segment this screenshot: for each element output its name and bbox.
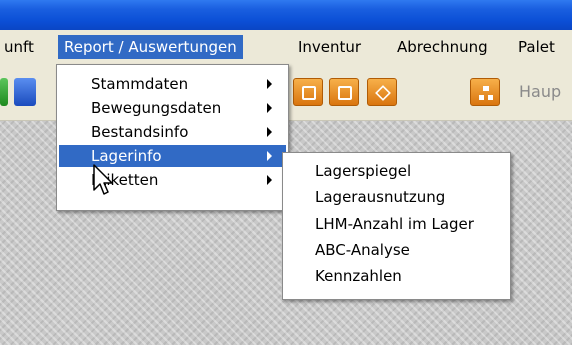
menu-item-abrechnung[interactable]: Abrechnung: [391, 35, 494, 59]
submenu-arrow-icon: [267, 79, 272, 89]
lagerinfo-submenu: Lagerspiegel Lagerausnutzung LHM-Anzahl …: [282, 152, 511, 300]
menu-bar: unft Report / Auswertungen Inventur Abre…: [0, 30, 572, 65]
menu-item-stammdaten[interactable]: Stammdaten: [57, 73, 288, 95]
blue-arrows-icon[interactable]: [14, 78, 36, 106]
submenu-arrow-icon: [267, 175, 272, 185]
submenu-arrow-icon: [267, 151, 272, 161]
menu-item-label: LHM-Anzahl im Lager: [315, 215, 474, 233]
paste-icon[interactable]: [329, 78, 359, 106]
report-dropdown-menu: Stammdaten Bewegungsdaten Bestandsinfo L…: [56, 64, 289, 211]
diamond-icon[interactable]: [367, 78, 397, 106]
menu-item-herkunft[interactable]: unft: [0, 35, 40, 59]
menu-item-abc-analyse[interactable]: ABC-Analyse: [283, 239, 510, 261]
menu-item-bestandsinfo[interactable]: Bestandsinfo: [57, 121, 288, 143]
hierarchy-glyph-icon: [479, 86, 493, 100]
menu-item-label: Lagerspiegel: [315, 162, 412, 180]
paste-glyph-icon: [338, 86, 352, 100]
menu-item-palet[interactable]: Palet: [512, 35, 561, 59]
mouse-cursor-icon: [93, 164, 113, 195]
menu-item-inventur[interactable]: Inventur: [292, 35, 367, 59]
menu-item-lhm-anzahl[interactable]: LHM-Anzahl im Lager: [283, 213, 510, 235]
submenu-arrow-icon: [267, 127, 272, 137]
menu-item-bewegungsdaten[interactable]: Bewegungsdaten: [57, 97, 288, 119]
menu-item-lagerausnutzung[interactable]: Lagerausnutzung: [283, 186, 510, 208]
menu-item-label: Lagerausnutzung: [315, 188, 446, 206]
menu-item-kennzahlen[interactable]: Kennzahlen: [283, 265, 510, 287]
menu-item-label: ABC-Analyse: [315, 241, 410, 259]
diamond-glyph-icon: [375, 85, 391, 101]
menu-item-label: Stammdaten: [91, 75, 189, 93]
menu-item-lagerspiegel[interactable]: Lagerspiegel: [283, 160, 510, 182]
menu-item-label: Bestandsinfo: [91, 123, 189, 141]
menu-item-label: Kennzahlen: [315, 267, 402, 285]
submenu-arrow-icon: [267, 103, 272, 113]
title-bar: [0, 0, 572, 30]
green-icon[interactable]: [0, 78, 8, 106]
hauptmenu-label[interactable]: Haup: [519, 82, 561, 101]
hierarchy-icon[interactable]: [470, 78, 500, 106]
copy-icon[interactable]: [293, 78, 323, 106]
copy-glyph-icon: [302, 86, 316, 100]
menu-item-report[interactable]: Report / Auswertungen: [58, 35, 243, 59]
menu-item-etiketten[interactable]: Etiketten: [57, 169, 288, 191]
menu-item-label: Bewegungsdaten: [91, 99, 222, 117]
